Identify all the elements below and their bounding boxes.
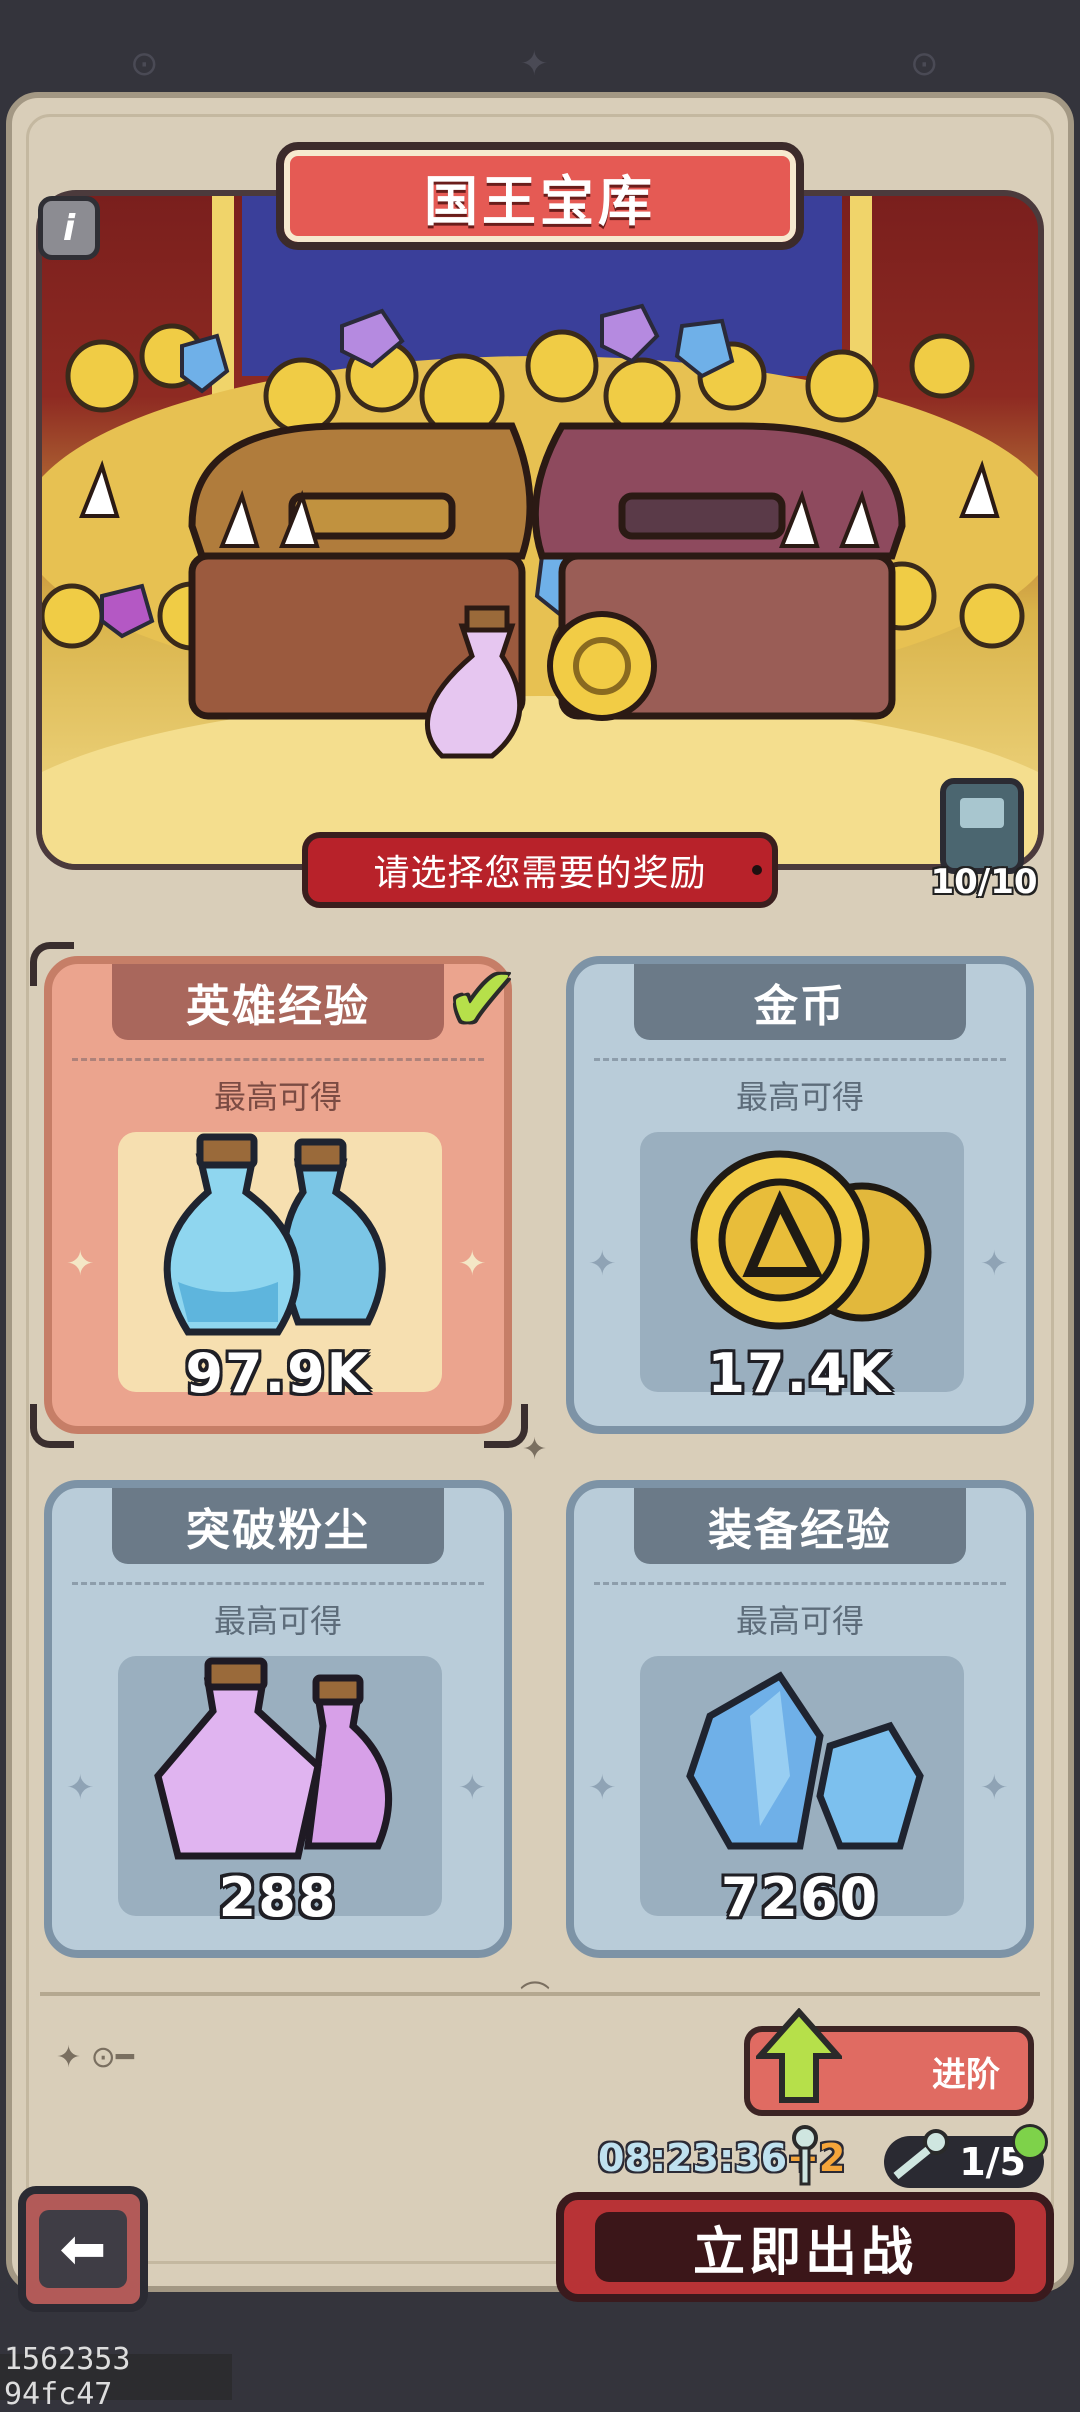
- reward-card-subtitle: 最高可得: [735, 1078, 864, 1116]
- reward-card-value: 288: [218, 1866, 338, 1929]
- reward-card-title: 英雄经验: [112, 964, 444, 1040]
- selected-check-icon: ✔: [446, 950, 519, 1050]
- choose-reward-text: 请选择您需要的奖励: [373, 853, 707, 894]
- fight-now-label: 立即出战: [595, 2212, 1015, 2283]
- card-divider: [72, 1058, 484, 1061]
- notification-dot: [1012, 2124, 1048, 2160]
- sparkle-icon: ✦: [980, 1768, 1009, 1808]
- key-icon: [792, 2125, 818, 2186]
- sparkle-icon: ✦: [66, 1768, 95, 1808]
- sparkle-icon: ✦: [588, 1768, 617, 1808]
- reward-card-title: 装备经验: [634, 1488, 966, 1564]
- card-divider: [594, 1582, 1006, 1585]
- divider-ornament-icon: ✦: [522, 1432, 548, 1467]
- back-arrow-icon: ⬅: [39, 2210, 127, 2288]
- info-icon: i: [62, 207, 76, 249]
- selection-corner: [30, 942, 74, 986]
- sparkle-icon: ✦: [980, 1244, 1009, 1284]
- selection-corner: [30, 1404, 74, 1448]
- divider-ornament-icon: ⌒: [520, 1980, 550, 2015]
- purple-potion-icon: [154, 1657, 393, 1860]
- sparkle-icon: ✦: [66, 1244, 95, 1284]
- reward-card-subtitle: 最高可得: [213, 1078, 342, 1116]
- reward-card-breakthrough-dust[interactable]: 突破粉尘 最高可得 ✦ ✦ 288: [44, 1480, 512, 1958]
- reward-card-title: 突破粉尘: [112, 1488, 444, 1564]
- page-title: 国王宝库: [276, 142, 804, 250]
- bottom-ornament-icon: ✦ ⊙━: [56, 2040, 134, 2075]
- screen-id: 1562353 94fc47: [0, 2342, 232, 2412]
- choose-reward-banner: 请选择您需要的奖励: [302, 832, 778, 908]
- silver-key-icon: [893, 2129, 949, 2180]
- advance-label: 进阶: [932, 2054, 1000, 2095]
- card-divider: [72, 1582, 484, 1585]
- card-divider: [594, 1058, 1006, 1061]
- sparkle-icon: ✦: [458, 1768, 487, 1808]
- arrow-up-icon: [756, 2008, 842, 2103]
- treasure-scene-image: [36, 190, 1044, 870]
- timer-text: 08:23:36: [598, 2136, 788, 2180]
- reward-card-value: 17.4K: [707, 1342, 893, 1405]
- sparkle-icon: ✦: [588, 1244, 617, 1284]
- gold-coins-icon: [690, 1150, 932, 1330]
- reward-card-value: 97.9K: [185, 1342, 371, 1405]
- book-counter-text: 10/10: [930, 862, 1038, 902]
- back-button[interactable]: ⬅: [18, 2186, 148, 2312]
- reward-card-title: 金币: [634, 964, 966, 1040]
- banner-dot-icon: [752, 865, 762, 875]
- fight-now-button[interactable]: 立即出战: [556, 2192, 1054, 2302]
- top-ornament-icon: ⊙: [130, 44, 159, 84]
- book-counter-badge[interactable]: 10/10: [916, 778, 1052, 908]
- top-ornament-icon: ⊙: [910, 44, 939, 84]
- info-button[interactable]: i: [38, 196, 100, 260]
- reward-card-value: 7260: [720, 1866, 880, 1929]
- reward-card-gold[interactable]: 金币 最高可得 ✦ ✦ 17.4K: [566, 956, 1034, 1434]
- reward-card-hero-exp[interactable]: 英雄经验 最高可得 ✦ ✦ 97.9K: [44, 956, 512, 1434]
- reward-card-subtitle: 最高可得: [735, 1602, 864, 1640]
- sparkle-icon: ✦: [458, 1244, 487, 1284]
- reward-card-subtitle: 最高可得: [213, 1602, 342, 1640]
- book-icon: [940, 778, 1024, 874]
- reward-card-equipment-exp[interactable]: 装备经验 最高可得 ✦ ✦ 7260: [566, 1480, 1034, 1958]
- blue-potion-icon: [163, 1133, 386, 1336]
- top-ornament-icon: ✦: [520, 44, 549, 84]
- blue-crystal-icon: [686, 1671, 924, 1850]
